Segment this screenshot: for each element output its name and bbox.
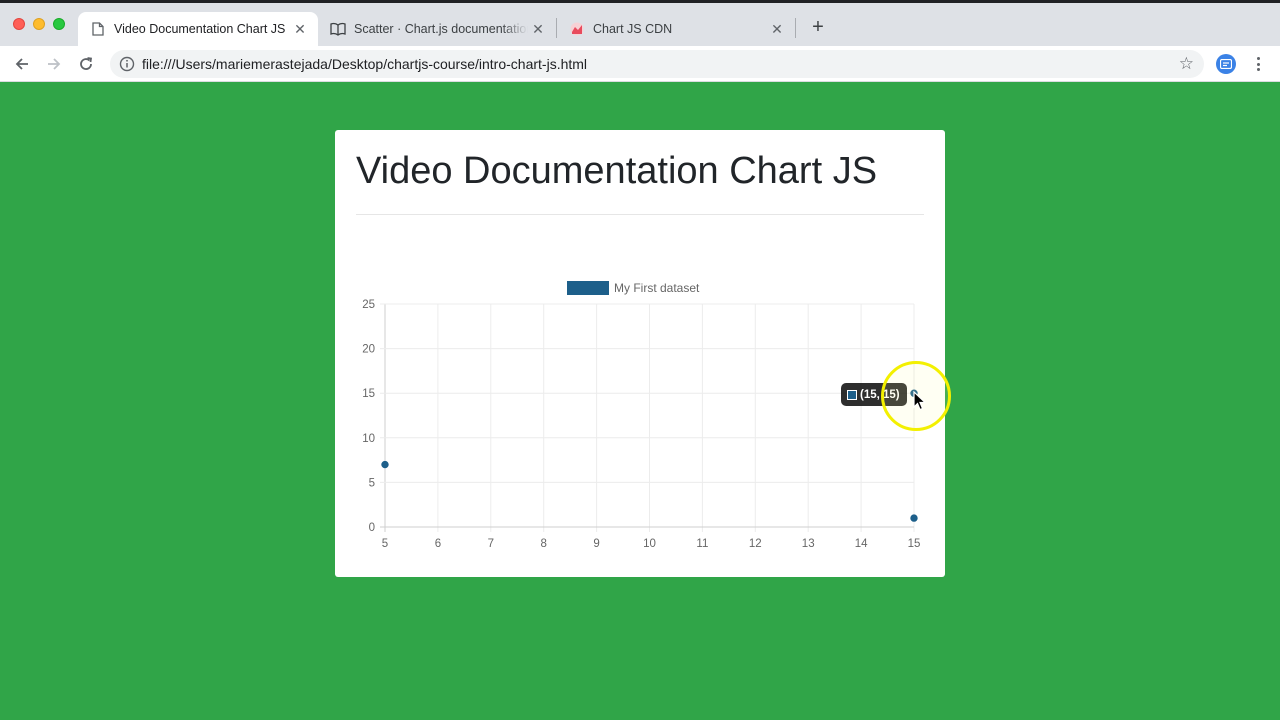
x-tick-label: 14 bbox=[855, 538, 868, 550]
new-tab-button[interactable]: + bbox=[808, 16, 828, 40]
back-arrow-icon[interactable] bbox=[11, 53, 33, 75]
y-tick-label: 10 bbox=[362, 433, 375, 445]
y-tick-label: 15 bbox=[362, 388, 375, 400]
x-tick-label: 5 bbox=[382, 538, 388, 550]
legend-label: My First dataset bbox=[614, 281, 700, 295]
scatter-point bbox=[381, 460, 389, 469]
tab-close-icon[interactable]: ✕ bbox=[767, 21, 787, 38]
scatter-point bbox=[910, 514, 918, 522]
tab-title: Scatter · Chart.js documentation bbox=[354, 22, 528, 36]
info-icon[interactable] bbox=[119, 56, 135, 72]
chartjs-logo-icon bbox=[569, 21, 585, 37]
tab-title: Chart JS CDN bbox=[593, 22, 673, 36]
window-maximize-button[interactable] bbox=[53, 18, 65, 30]
y-tick-label: 5 bbox=[369, 477, 375, 489]
tab-video-documentation[interactable]: Video Documentation Chart JS ✕ bbox=[78, 12, 318, 46]
tab-close-icon[interactable]: ✕ bbox=[528, 21, 548, 38]
extension-icon[interactable] bbox=[1216, 54, 1236, 74]
tab-scatter-docs[interactable]: Scatter · Chart.js documentation ✕ bbox=[318, 12, 556, 46]
bookmark-star-icon[interactable]: ☆ bbox=[1179, 54, 1194, 74]
document-icon bbox=[90, 21, 106, 37]
tab-separator bbox=[795, 18, 796, 38]
x-tick-label: 15 bbox=[908, 538, 921, 550]
tooltip-color-swatch bbox=[847, 389, 857, 400]
tab-chartjs-cdn[interactable]: Chart JS CDN ✕ bbox=[557, 12, 795, 46]
mouse-pointer-icon bbox=[913, 391, 927, 411]
legend-swatch bbox=[567, 281, 609, 295]
content-card: Video Documentation Chart JS 5 6 7 8 9 10 11 12… bbox=[335, 130, 945, 577]
x-tick-label: 10 bbox=[643, 538, 656, 550]
address-bar[interactable]: file:///Users/mariemerastejada/Desktop/c… bbox=[110, 50, 1204, 78]
forward-arrow-icon[interactable] bbox=[43, 53, 65, 75]
x-tick-label: 13 bbox=[802, 538, 815, 550]
scatter-chart[interactable]: 5 6 7 8 9 10 11 12 13 14 150510152025 My First dat… bbox=[335, 130, 945, 577]
tab-close-icon[interactable]: ✕ bbox=[290, 21, 310, 38]
menu-dots-icon[interactable] bbox=[1252, 54, 1264, 74]
x-tick-label: 12 bbox=[749, 538, 762, 550]
reload-icon[interactable] bbox=[75, 53, 97, 75]
url-text: file:///Users/mariemerastejada/Desktop/c… bbox=[142, 56, 588, 72]
x-tick-label: 6 bbox=[435, 538, 441, 550]
tab-strip: Video Documentation Chart JS ✕ Scatter ·… bbox=[0, 0, 1280, 46]
x-tick-label: 9 bbox=[593, 538, 599, 550]
book-icon bbox=[330, 21, 346, 37]
browser-toolbar: file:///Users/mariemerastejada/Desktop/c… bbox=[0, 46, 1280, 82]
tab-title: Video Documentation Chart JS bbox=[114, 22, 286, 36]
y-tick-label: 25 bbox=[362, 299, 375, 311]
window-close-button[interactable] bbox=[13, 18, 25, 30]
x-tick-label: 7 bbox=[488, 538, 494, 550]
y-tick-label: 20 bbox=[362, 344, 375, 356]
x-tick-label: 8 bbox=[540, 538, 546, 550]
y-tick-label: 0 bbox=[369, 522, 375, 534]
x-tick-label: 11 bbox=[696, 538, 708, 550]
window-minimize-button[interactable] bbox=[33, 18, 45, 30]
